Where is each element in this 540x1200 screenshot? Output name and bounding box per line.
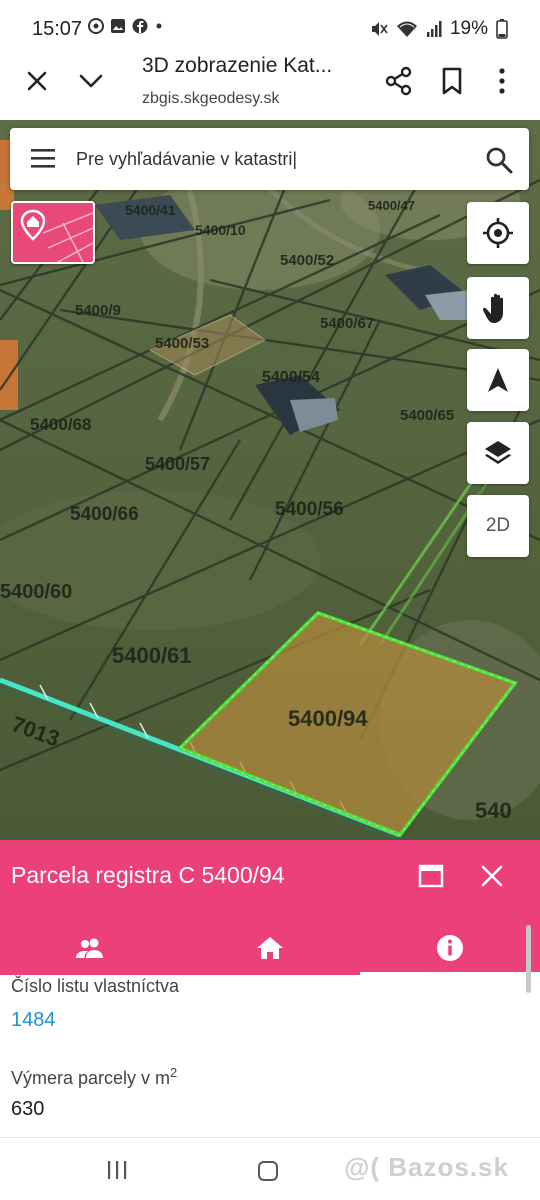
browser-toolbar: 3D zobrazenie Kat... zbgis.skgeodesy.sk [0,48,540,120]
parcel-details: Číslo listu vlastníctva 1484 Výmera parc… [0,975,540,1137]
more-vert-icon[interactable] [490,66,514,96]
status-time: 15:07 [32,18,83,40]
close-icon[interactable] [480,864,504,888]
chevron-down-icon[interactable] [76,66,106,96]
field-label-area-sup: 2 [170,1065,178,1080]
tab-owners[interactable] [0,920,180,975]
view-mode-2d-button[interactable]: 2D [467,495,529,557]
parcel-label: 5400/60 [0,581,72,603]
parcel-label: 5400/57 [145,454,210,474]
bookmark-icon[interactable] [438,66,466,96]
parcel-label: 5400/47 [368,198,415,213]
facebook-icon [132,18,148,34]
chrome-icon [88,18,104,34]
page-title: 3D zobrazenie Kat... [142,54,333,77]
parcel-label: 540 [475,798,512,823]
hand-icon [482,293,503,323]
parcel-label: 5400/67 [320,315,374,332]
parcel-label: 5400/94 [288,706,368,731]
battery-icon [496,19,508,39]
battery-percent: 19% [449,18,488,39]
lv-number-link[interactable]: 1484 [11,1009,56,1032]
parcel-label: 5400/54 [262,369,320,386]
parcel-label: 5400/53 [155,335,209,352]
field-label-area: Výmera parcely v m2 [11,1065,177,1089]
parcel-label: 5400/52 [280,252,334,269]
signal-icon [426,21,442,37]
info-icon [437,934,463,961]
close-icon[interactable] [22,66,52,96]
view-mode-label: 2D [485,515,511,536]
page-url: zbgis.skgeodesy.sk [142,90,280,107]
mute-icon [371,22,388,36]
parcel-label: 5400/61 [112,643,192,668]
basemap-switcher[interactable] [11,201,95,264]
field-label-lv: Číslo listu vlastníctva [11,976,180,996]
status-system-icons: 19% [370,18,508,40]
dot-icon [156,23,162,29]
tab-parcel[interactable] [180,920,360,975]
layers-icon [485,441,511,464]
compass-icon [488,368,508,392]
search-icon[interactable] [485,146,513,174]
people-icon [76,938,103,958]
locate-button[interactable] [467,202,529,264]
search-input[interactable] [76,142,456,176]
panel-title: Parcela registra C 5400/94 [11,862,285,888]
layers-button[interactable] [467,422,529,484]
share-icon[interactable] [384,66,414,96]
panel-scrollbar[interactable] [526,925,531,993]
parcel-label: 5400/68 [30,415,91,434]
area-value: 630 [11,1098,45,1120]
parcel-panel-header: Parcela registra C 5400/94 [0,840,540,975]
locate-icon [483,218,513,248]
parcel-label: 5400/65 [400,407,454,424]
compass-button[interactable] [467,349,529,411]
system-nav-bar: @( Bazos.sk [0,1137,540,1200]
wifi-icon [396,21,417,37]
home-icon [257,936,283,959]
field-label-area-text: Výmera parcely v m [11,1068,171,1088]
parcel-label: 5400/66 [70,504,139,525]
home-button-icon[interactable] [257,1160,279,1182]
image-icon [111,19,125,33]
menu-icon[interactable] [30,147,56,169]
parcel-label: 5400/9 [75,302,121,319]
watermark: @( Bazos.sk [344,1152,509,1182]
parcel-label: 5400/10 [195,222,246,238]
status-notification-icons [88,18,164,34]
tab-info[interactable] [360,920,540,975]
pan-mode-button[interactable] [467,277,529,339]
maximize-icon[interactable] [418,864,444,888]
parcel-label: 5400/41 [125,202,176,218]
recent-apps-icon[interactable] [106,1160,128,1180]
search-bar [10,128,529,190]
parcel-label: 5400/56 [275,499,344,520]
